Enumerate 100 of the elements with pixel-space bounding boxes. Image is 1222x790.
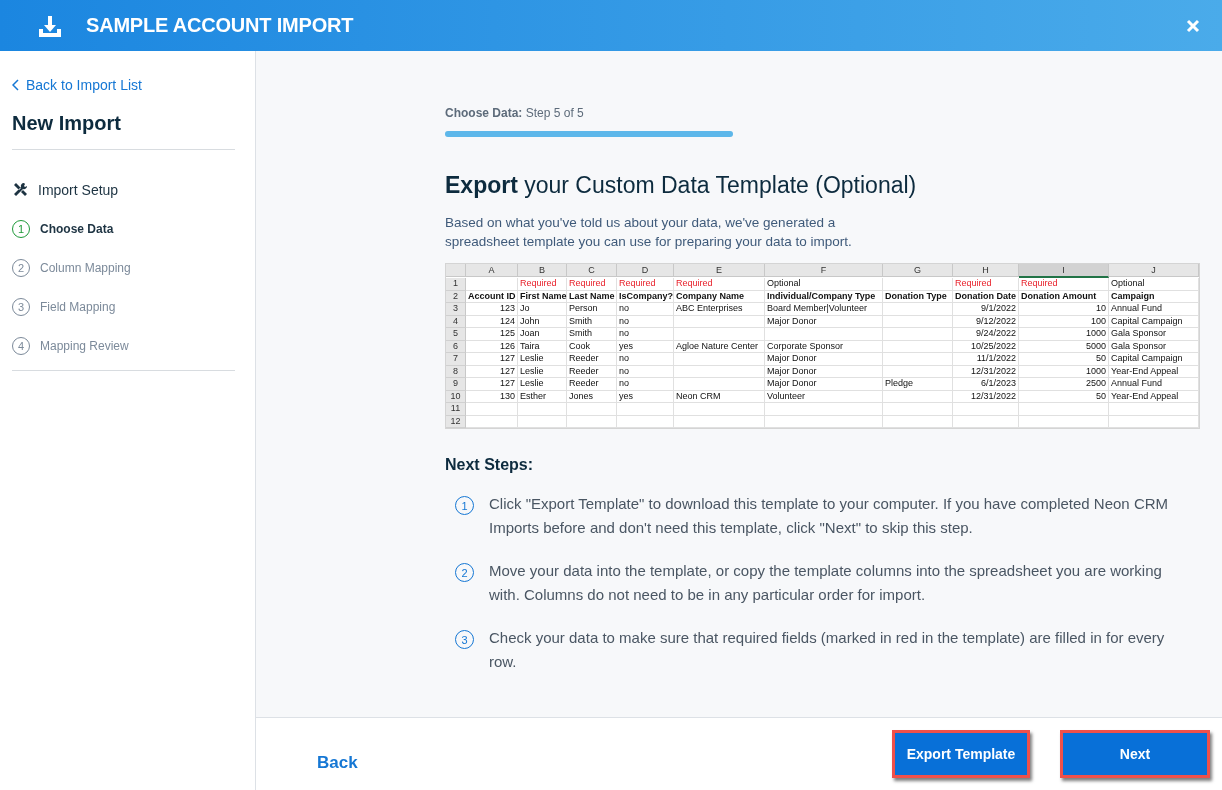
table-cell bbox=[567, 403, 617, 416]
table-cell: Jo bbox=[518, 303, 567, 316]
table-cell: IsCompany? bbox=[617, 290, 674, 303]
table-cell: 100 bbox=[1019, 315, 1109, 328]
table-cell bbox=[883, 340, 953, 353]
export-template-button[interactable]: Export Template bbox=[892, 730, 1030, 778]
row-number: 9 bbox=[446, 378, 466, 391]
table-cell bbox=[883, 303, 953, 316]
intro-text: Based on what you've told us about your data, we've generated a spreadsheet template you can use for preparing your data to import. bbox=[445, 214, 853, 251]
table-cell: Required bbox=[1019, 278, 1109, 291]
table-cell: Major Donor bbox=[765, 378, 883, 391]
table-cell: 10 bbox=[1019, 303, 1109, 316]
table-cell: Reeder bbox=[567, 365, 617, 378]
column-header[interactable]: A bbox=[466, 264, 518, 277]
table-cell: 1000 bbox=[1019, 328, 1109, 341]
back-button[interactable]: Back bbox=[317, 753, 862, 773]
table-cell bbox=[883, 365, 953, 378]
table-cell: 2500 bbox=[1019, 378, 1109, 391]
table-cell: 11/1/2022 bbox=[953, 353, 1019, 366]
table-cell: Corporate Sponsor bbox=[765, 340, 883, 353]
sidebar-step[interactable]: 2 Column Mapping bbox=[12, 258, 235, 278]
table-cell: John bbox=[518, 315, 567, 328]
next-button[interactable]: Next bbox=[1060, 730, 1210, 778]
column-header[interactable]: I bbox=[1019, 264, 1109, 278]
tools-icon bbox=[12, 182, 28, 198]
table-cell: 5000 bbox=[1019, 340, 1109, 353]
table-cell: Major Donor bbox=[765, 365, 883, 378]
table-cell: 12/31/2022 bbox=[953, 390, 1019, 403]
table-cell: 9/24/2022 bbox=[953, 328, 1019, 341]
back-link[interactable]: Back to Import List bbox=[12, 77, 235, 93]
table-cell bbox=[883, 403, 953, 416]
table-cell: Required bbox=[617, 278, 674, 291]
table-cell: Gala Sponsor bbox=[1109, 340, 1199, 353]
table-cell: Pledge bbox=[883, 378, 953, 391]
table-cell: 10/25/2022 bbox=[953, 340, 1019, 353]
table-cell: Company Name bbox=[674, 290, 765, 303]
table-cell: Required bbox=[953, 278, 1019, 291]
table-cell: Agloe Nature Center bbox=[674, 340, 765, 353]
sidebar-title: New Import bbox=[12, 112, 235, 150]
sidebar-section[interactable]: Import Setup bbox=[12, 180, 235, 200]
column-header[interactable]: B bbox=[518, 264, 567, 277]
table-cell: Leslie bbox=[518, 365, 567, 378]
progress-label: Choose Data: Step 5 of 5 bbox=[445, 106, 585, 120]
table-cell: Individual/Company Type bbox=[765, 290, 883, 303]
step-text: Click "Export Template" to download this template to your computer. If you have completed Neon CRM Imports before and don't need this template, click "Next" to skip this step. bbox=[489, 494, 1170, 538]
table-cell: Campaign bbox=[1109, 290, 1199, 303]
sidebar-step[interactable]: 1 Choose Data bbox=[12, 219, 235, 239]
table-cell: Major Donor bbox=[765, 315, 883, 328]
table-cell: no bbox=[617, 378, 674, 391]
table-cell: ABC Enterprises bbox=[674, 303, 765, 316]
table-cell: Smith bbox=[567, 328, 617, 341]
table-cell: First Name bbox=[518, 290, 567, 303]
table-cell: 125 bbox=[466, 328, 518, 341]
table-cell: Capital Campaign bbox=[1109, 315, 1199, 328]
table-cell: Leslie bbox=[518, 353, 567, 366]
table-cell: Account ID bbox=[466, 290, 518, 303]
column-header[interactable]: G bbox=[883, 264, 953, 277]
page-heading: Export your Custom Data Template (Optional) bbox=[445, 172, 918, 199]
table-cell: Taira bbox=[518, 340, 567, 353]
table-cell: Esther bbox=[518, 390, 567, 403]
column-header[interactable]: F bbox=[765, 264, 883, 277]
table-cell: Donation Date bbox=[953, 290, 1019, 303]
column-header[interactable]: C bbox=[567, 264, 617, 277]
column-header[interactable]: D bbox=[617, 264, 674, 277]
table-cell: 9/12/2022 bbox=[953, 315, 1019, 328]
column-header[interactable]: H bbox=[953, 264, 1019, 277]
table-cell: Optional bbox=[1109, 278, 1199, 291]
table-cell bbox=[883, 353, 953, 366]
chevron-left-icon bbox=[12, 79, 20, 91]
table-cell: 12/31/2022 bbox=[953, 365, 1019, 378]
table-cell: 126 bbox=[466, 340, 518, 353]
row-number: 3 bbox=[446, 303, 466, 316]
column-header[interactable]: J bbox=[1109, 264, 1199, 277]
table-cell: Board Member|Volunteer bbox=[765, 303, 883, 316]
table-cell: Gala Sponsor bbox=[1109, 328, 1199, 341]
sidebar-step[interactable]: 3 Field Mapping bbox=[12, 297, 235, 317]
table-cell: Donation Amount bbox=[1019, 290, 1109, 303]
table-cell: 130 bbox=[466, 390, 518, 403]
table-cell: 124 bbox=[466, 315, 518, 328]
table-cell: no bbox=[617, 328, 674, 341]
sidebar-step[interactable]: 4 Mapping Review bbox=[12, 336, 235, 356]
table-cell: Cook bbox=[567, 340, 617, 353]
table-cell: 1000 bbox=[1019, 365, 1109, 378]
table-cell: no bbox=[617, 365, 674, 378]
table-cell: 127 bbox=[466, 378, 518, 391]
table-cell: 9/1/2022 bbox=[953, 303, 1019, 316]
table-cell: yes bbox=[617, 340, 674, 353]
table-cell: Annual Fund bbox=[1109, 303, 1199, 316]
step-text: Check your data to make sure that required fields (marked in red in the template) are filled in for every row. bbox=[489, 628, 1166, 672]
table-cell: Last Name bbox=[567, 290, 617, 303]
table-cell: Leslie bbox=[518, 378, 567, 391]
table-cell: Reeder bbox=[567, 378, 617, 391]
download-icon bbox=[38, 13, 62, 38]
table-cell bbox=[617, 403, 674, 416]
table-cell: 50 bbox=[1019, 390, 1109, 403]
column-header[interactable]: E bbox=[674, 264, 765, 277]
table-cell bbox=[883, 328, 953, 341]
table-cell: Volunteer bbox=[765, 390, 883, 403]
table-cell: yes bbox=[617, 390, 674, 403]
close-icon[interactable] bbox=[1186, 18, 1200, 33]
